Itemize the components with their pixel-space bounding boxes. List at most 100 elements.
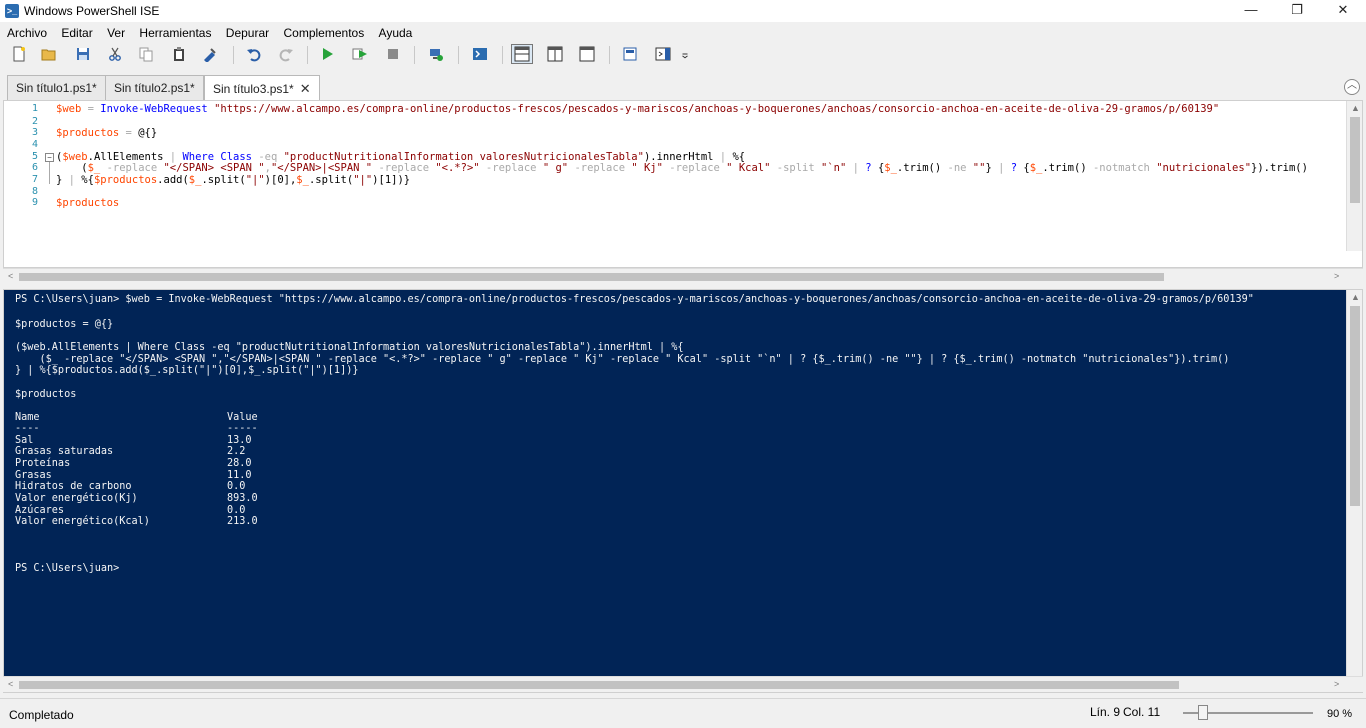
code-token: $_ [87,162,101,174]
tab-sin-titulo3[interactable]: Sin título3.ps1* ✕ [204,75,320,101]
code-token: ? [865,162,878,174]
maximize-button[interactable]: ❐ [1274,0,1320,22]
tab-sin-titulo2[interactable]: Sin título2.ps1* [105,75,204,100]
minimize-button[interactable]: — [1228,0,1274,22]
menu-ver[interactable]: Ver [103,24,129,42]
console-line: $productos [15,389,77,400]
row-name: Hidratos de carbono [15,481,132,492]
powershell-ise-window: >_ Windows PowerShell ISE — ❐ ✕ Archivo … [0,0,1366,728]
scroll-left-icon[interactable]: < [8,679,13,689]
zoom-level: 90 % [1327,708,1353,720]
code-token: -notmatch [1086,162,1157,174]
stop-icon[interactable] [384,45,402,63]
show-script-pane-top-icon[interactable] [511,44,533,64]
code-line-9: $productos [56,197,119,209]
console-pane[interactable]: PS C:\Users\juan> $web = Invoke-WebReque… [3,289,1363,693]
code-token: @{} [138,127,158,139]
clear-console-icon[interactable] [201,45,219,63]
underline-name: ---- [15,423,40,434]
paste-icon[interactable] [170,45,188,63]
row-value: 28.0 [227,458,252,469]
scroll-right-icon[interactable]: > [1334,679,1339,689]
scroll-left-icon[interactable]: < [8,271,13,281]
show-command-window-icon[interactable] [621,45,639,63]
row-name: Azúcares [15,505,65,516]
window-title: Windows PowerShell ISE [24,4,160,18]
tab-label: Sin título2.ps1* [114,81,195,95]
console-line: ($web.AllElements | Where Class -eq "pro… [15,342,684,353]
menu-complementos[interactable]: Complementos [280,24,369,42]
line-number: 3 [31,127,38,138]
row-value: 0.0 [227,481,246,492]
table-row: Proteínas 28.0 [15,458,252,470]
run-script-icon[interactable] [318,45,336,63]
code-token: $web [56,103,82,115]
run-selection-icon[interactable] [351,45,369,63]
table-row: Grasas saturadas 2.2 [15,446,245,458]
scrollbar-thumb[interactable] [19,681,1179,689]
code-token: " Kcal" [726,162,771,174]
open-folder-icon[interactable] [40,45,58,63]
redo-icon[interactable] [277,45,295,63]
close-button[interactable]: ✕ [1320,0,1366,22]
code-line-1: $web = Invoke-WebRequest "https://www.al… [56,103,1219,115]
editor-vertical-scrollbar[interactable]: ▲ [1346,101,1362,251]
code-token: )[0], [264,174,297,186]
console-line: PS C:\Users\juan> $web = Invoke-WebReque… [15,294,1254,305]
menu-depurar[interactable]: Depurar [222,24,273,42]
cut-icon[interactable] [106,45,124,63]
line-number: 4 [31,139,38,150]
show-script-pane-maximized-icon[interactable] [578,45,596,63]
row-value: 893.0 [227,493,258,504]
code-token: "</SPAN> <SPAN " [163,162,265,174]
scrollbar-thumb[interactable] [1350,117,1360,203]
script-editor[interactable]: − 1 2 3 4 5 6 7 8 9 $web = Invoke-WebReq… [3,100,1363,268]
copy-icon[interactable] [137,45,155,63]
menu-ayuda[interactable]: Ayuda [375,24,417,42]
editor-horizontal-scrollbar[interactable]: < > [3,268,1363,284]
code-line-7: } | %{$productos.add($_.split("|")[0],$_… [56,174,410,186]
tab-label: Sin título1.ps1* [16,81,97,95]
console-vertical-scrollbar[interactable]: ▲ [1346,290,1362,676]
scroll-up-icon[interactable]: ▲ [1351,292,1360,302]
close-tab-icon[interactable]: ✕ [300,76,311,101]
code-token: %{ [81,174,94,186]
menu-herramientas[interactable]: Herramientas [135,24,215,42]
customize-toolbar-icon[interactable] [680,45,690,63]
new-file-icon[interactable] [10,45,28,63]
toolbar-separator [609,46,610,64]
code-token: ? [1010,162,1024,174]
console-prompt[interactable]: PS C:\Users\juan> [15,563,119,575]
scroll-right-icon[interactable]: > [1334,271,1339,281]
tab-sin-titulo1[interactable]: Sin título1.ps1* [7,75,106,100]
code-token: | [846,162,866,174]
zoom-slider-thumb[interactable] [1197,705,1208,720]
toolbar-separator [233,46,234,64]
status-bar: Completado Lín. 9 Col. 11 90 % [0,698,1366,728]
table-row: Valor energético(Kcal) 213.0 [15,516,258,528]
code-token: .trim() [896,162,942,174]
scroll-up-icon[interactable]: ▲ [1351,103,1360,113]
menu-archivo[interactable]: Archivo [3,24,51,42]
collapse-script-pane-icon[interactable]: ︿ [1344,79,1360,95]
console-line: $productos = @{} [15,319,114,330]
line-number: 1 [31,103,38,114]
code-token: "</SPAN>|<SPAN " [270,162,373,174]
code-token: )[1])} [372,174,411,186]
code-token: "|" [353,174,373,186]
console-horizontal-scrollbar[interactable]: < > [3,676,1363,692]
code-token: " Kj" [631,162,663,174]
code-token: -replace [662,162,727,174]
fold-toggle-icon[interactable]: − [45,153,54,162]
scrollbar-thumb[interactable] [1350,306,1360,506]
show-command-addon-icon[interactable] [654,45,672,63]
menu-editar[interactable]: Editar [57,24,96,42]
show-script-pane-right-icon[interactable] [546,45,564,63]
remote-powershell-icon[interactable] [427,45,445,63]
code-token: .trim() [1042,162,1087,174]
start-powershell-icon[interactable] [471,45,489,63]
code-token: "`n" [821,162,847,174]
scrollbar-thumb[interactable] [19,273,1164,281]
save-icon[interactable] [74,45,92,63]
undo-icon[interactable] [245,45,263,63]
